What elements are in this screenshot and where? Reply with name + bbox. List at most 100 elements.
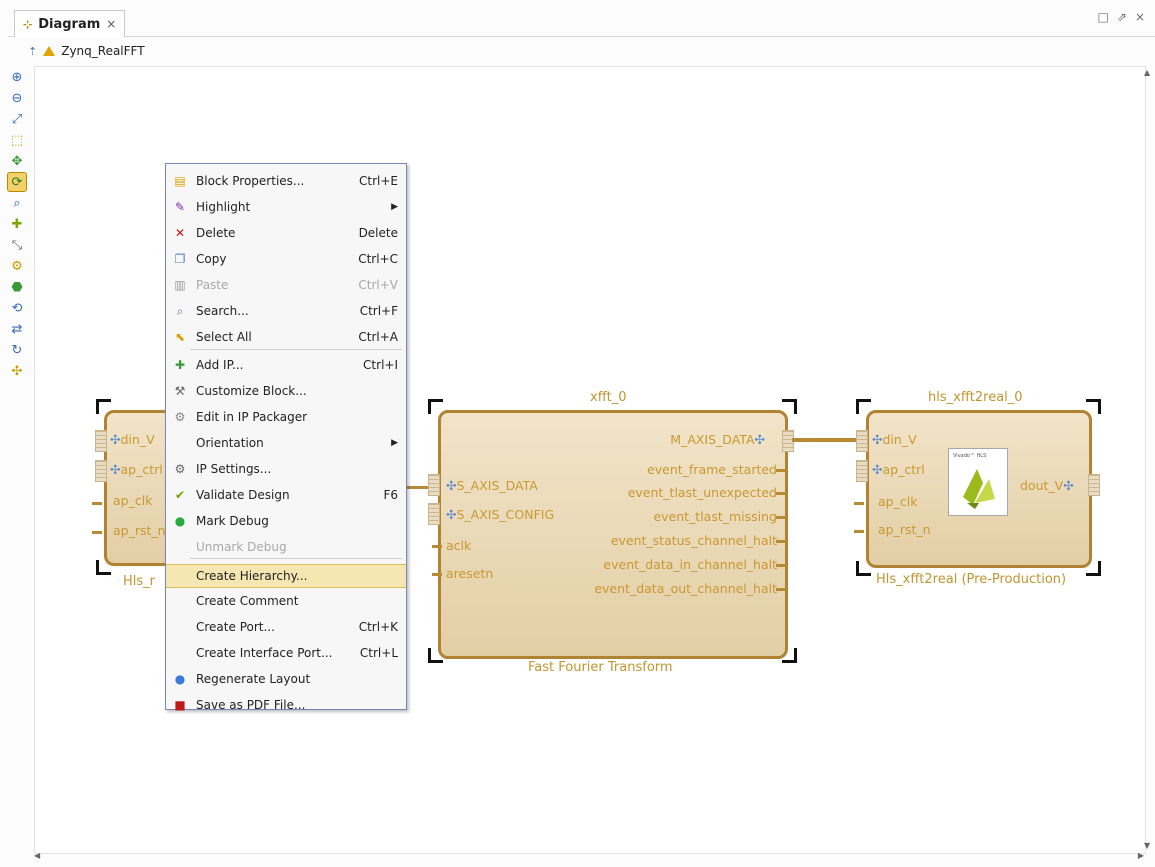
menu-item[interactable]: Create Interface Port... Ctrl+L (166, 642, 406, 664)
port-label[interactable]: event_data_out_channel_halt (594, 581, 777, 596)
validate-icon[interactable]: ⚙ (8, 257, 26, 275)
vertical-scrollbar[interactable]: ▲ ▼ (1141, 66, 1153, 852)
port-label[interactable]: ✣ap_ctrl (110, 462, 163, 477)
menu-item-label: Mark Debug (196, 514, 269, 528)
menu-item-label: Unmark Debug (196, 540, 287, 554)
port-label[interactable]: event_frame_started (647, 462, 777, 477)
diagram-icon: ⊹ (23, 17, 33, 31)
port-label[interactable]: dout_V✣ (1020, 478, 1074, 493)
hls-logo-graphic (963, 469, 995, 509)
zoom-in-icon[interactable]: ⊕ (8, 68, 26, 86)
maximize-icon[interactable]: ⇗ (1117, 10, 1127, 24)
highlight-icon: ✎ (174, 200, 186, 214)
select-area-icon[interactable]: ⬚ (8, 131, 26, 149)
port-label[interactable]: M_AXIS_DATA✣ (670, 432, 765, 447)
zoom-fit-icon[interactable]: ⤢ (8, 110, 26, 128)
context-menu: ▤ Block Properties... Ctrl+E ✎ Highlight ▶ ✕ De… (165, 163, 407, 712)
menu-item[interactable]: ✔ Validate Design F6 (166, 484, 406, 506)
expand-icon[interactable]: ✥ (8, 152, 26, 170)
port-label[interactable]: event_data_in_channel_halt (603, 557, 777, 572)
regenerate-icon[interactable]: ⬣ (8, 278, 26, 296)
menu-item[interactable]: ✚ Add IP... Ctrl+I (166, 354, 406, 376)
route-icon[interactable]: ⤡ (8, 236, 26, 254)
menu-item[interactable]: ⚙ IP Settings... (166, 458, 406, 480)
port-label[interactable]: ✣S_AXIS_CONFIG (446, 507, 554, 522)
port-label[interactable]: aclk (446, 538, 471, 553)
menu-separator (190, 558, 402, 559)
menu-item-shortcut: Ctrl+L (359, 646, 398, 660)
port-label[interactable]: ✣din_V (110, 432, 155, 447)
bus-interface (856, 460, 868, 482)
menu-item[interactable]: ■ Save as PDF File... (166, 694, 406, 716)
close-icon[interactable]: × (106, 17, 116, 31)
menu-item[interactable]: ✎ Highlight ▶ (166, 196, 406, 218)
close-view-icon[interactable]: × (1135, 10, 1145, 24)
port-label[interactable]: event_status_channel_halt (611, 533, 777, 548)
menu-item[interactable]: Unmark Debug (166, 536, 406, 558)
port-label[interactable]: ap_rst_n (113, 523, 166, 538)
menu-item[interactable]: ⬉ Select All Ctrl+A (166, 326, 406, 348)
port-label[interactable]: ✣ap_ctrl (872, 462, 925, 477)
restore-icon[interactable]: □ (1098, 10, 1109, 24)
menu-item-label: Customize Block... (196, 384, 307, 398)
pdf-icon: ■ (174, 698, 186, 712)
menu-item-shortcut: Ctrl+E (359, 174, 398, 188)
menu-item-shortcut: Ctrl+K (358, 620, 398, 634)
horizontal-scrollbar[interactable]: ◀ ▶ (34, 851, 1144, 863)
port-label[interactable]: event_tlast_unexpected (628, 485, 777, 500)
pin-icon[interactable]: ✣ (8, 362, 26, 380)
menu-item[interactable]: ⌕ Search... Ctrl+F (166, 300, 406, 322)
port-pin (92, 531, 102, 534)
connection-wire[interactable] (792, 438, 858, 442)
zoom-out-icon[interactable]: ⊖ (8, 89, 26, 107)
auto-connect-icon[interactable]: ⟳ (7, 172, 27, 192)
connection-wire[interactable] (404, 486, 430, 489)
menu-item-label: Delete (196, 226, 236, 240)
tab-title: Diagram (38, 16, 101, 32)
menu-item-label: Select All (196, 330, 252, 344)
add-ip-icon[interactable]: ✚ (8, 215, 26, 233)
menu-item[interactable]: ● Mark Debug (166, 510, 406, 532)
port-label[interactable]: ap_rst_n (878, 522, 931, 537)
port-pin (776, 516, 786, 519)
menu-item[interactable]: Orientation ▶ (166, 432, 406, 454)
settings-icon[interactable]: ⇄ (8, 320, 26, 338)
menu-item[interactable]: ❐ Copy Ctrl+C (166, 248, 406, 270)
bus-plus-icon: ✣ (110, 432, 121, 447)
menu-separator (190, 349, 402, 350)
port-label[interactable]: ap_clk (878, 494, 917, 509)
port-pin (776, 492, 786, 495)
menu-item[interactable]: Create Comment (166, 590, 406, 612)
select-all-icon: ⬉ (174, 330, 186, 344)
bus-plus-icon: ✣ (754, 432, 765, 447)
port-label[interactable]: aresetn (446, 566, 493, 581)
port-label[interactable]: ✣S_AXIS_DATA (446, 478, 538, 493)
menu-item-label: IP Settings... (196, 462, 272, 476)
port-label[interactable]: ap_clk (113, 493, 152, 508)
port-label[interactable]: event_tlast_missing (653, 509, 777, 524)
menu-item[interactable]: ✕ Delete Delete (166, 222, 406, 244)
search-icon: ⌕ (176, 303, 184, 318)
port-label[interactable]: ✣din_V (872, 432, 917, 447)
menu-item[interactable]: ⚒ Customize Block... (166, 380, 406, 402)
menu-item[interactable]: ⚙ Edit in IP Packager (166, 406, 406, 428)
add-ip-icon: ✚ (174, 358, 186, 372)
refresh-icon[interactable]: ⟲ (8, 299, 26, 317)
menu-item[interactable]: ● Regenerate Layout (166, 668, 406, 690)
up-hierarchy-icon[interactable]: ⇡ (28, 45, 37, 58)
window-controls: □ ⇗ × (1098, 10, 1145, 24)
menu-item[interactable]: Create Hierarchy... (166, 564, 406, 588)
menu-item[interactable]: ▤ Block Properties... Ctrl+E (166, 170, 406, 192)
menu-item[interactable]: Create Port... Ctrl+K (166, 616, 406, 638)
tab-diagram[interactable]: ⊹ Diagram × (14, 10, 126, 37)
menu-item[interactable]: ▥ Paste Ctrl+V (166, 274, 406, 296)
port-pin (854, 502, 864, 505)
regenerate-icon: ● (174, 672, 186, 686)
block-name: Hls_xfft2real (Pre-Production) (876, 572, 1067, 587)
bus-interface (428, 503, 440, 525)
search-icon[interactable]: ⌕ (8, 194, 26, 212)
breadcrumb-design-name[interactable]: Zynq_RealFFT (61, 44, 144, 58)
drag-icon[interactable]: ↻ (8, 341, 26, 359)
menu-item-shortcut: Ctrl+F (359, 304, 398, 318)
warning-icon (43, 46, 56, 56)
